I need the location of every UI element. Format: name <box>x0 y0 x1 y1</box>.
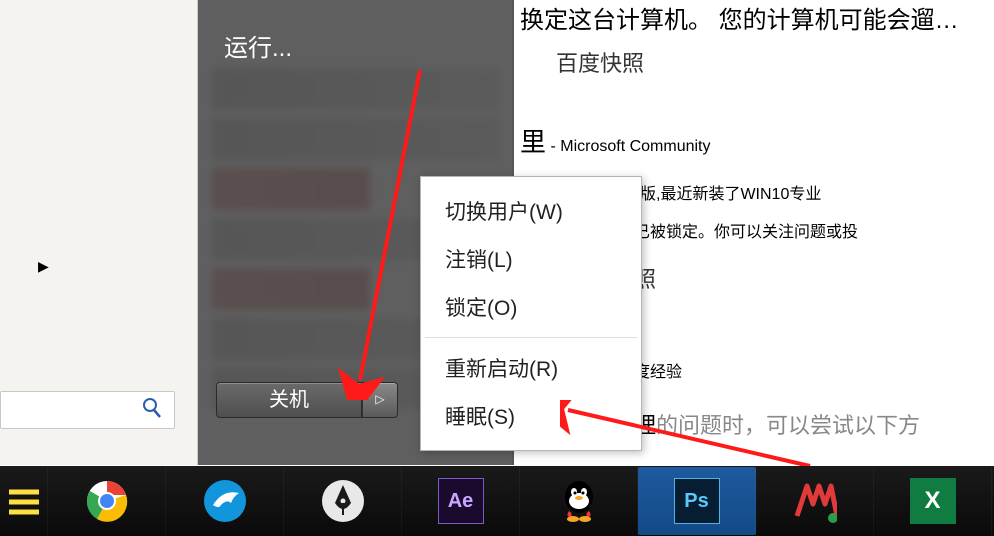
logoff-item[interactable]: 注销(L) <box>421 235 641 283</box>
bird-icon <box>203 479 247 523</box>
menu-separator <box>425 337 637 338</box>
result-title-link[interactable]: 里 - Microsoft Community <box>520 122 710 159</box>
wps-icon <box>793 479 837 523</box>
result-snippet-2: 已被锁定。你可以关注问题或投 <box>634 218 858 242</box>
ps-icon: Ps <box>674 478 720 524</box>
taskbar-wps[interactable] <box>756 467 874 535</box>
expand-arrow-icon[interactable]: ▶ <box>38 258 49 275</box>
taskbar-menu-button[interactable] <box>0 467 48 535</box>
start-menu-left-panel: ▶ <box>0 0 198 465</box>
excel-icon: X <box>910 478 956 524</box>
taskbar-after-effects[interactable]: Ae <box>402 467 520 535</box>
baidu-snapshot-link[interactable]: 百度快照 <box>556 46 644 78</box>
taskbar-qq[interactable] <box>520 467 638 535</box>
shutdown-button[interactable]: 关机 <box>216 382 362 418</box>
result-fragment-1: 换定这台计算机。 您的计算机可能会遛… <box>520 0 959 35</box>
chrome-icon <box>85 479 129 523</box>
taskbar-photoshop[interactable]: Ps <box>638 467 756 535</box>
restart-item[interactable]: 重新启动(R) <box>421 344 641 392</box>
run-menu-item[interactable]: 运行... <box>224 28 292 63</box>
taskbar-chrome[interactable] <box>48 467 166 535</box>
search-icon <box>142 397 162 425</box>
ae-icon: Ae <box>438 478 484 524</box>
taskbar-excel[interactable]: X <box>874 467 992 535</box>
switch-user-item[interactable]: 切换用户(W) <box>421 187 641 235</box>
taskbar-pen-app[interactable] <box>284 467 402 535</box>
red-highlight: 换定 <box>520 7 568 34</box>
taskbar-thunder[interactable] <box>166 467 284 535</box>
start-search-input[interactable] <box>0 391 175 429</box>
menu-icon <box>2 479 46 523</box>
sleep-item[interactable]: 睡眠(S) <box>421 392 641 440</box>
lock-item[interactable]: 锁定(O) <box>421 283 641 331</box>
power-options-menu: 切换用户(W) 注销(L) 锁定(O) 重新启动(R) 睡眠(S) <box>420 176 642 451</box>
taskbar: Ae Ps X <box>0 466 994 536</box>
qq-icon <box>557 479 601 523</box>
shutdown-options-arrow[interactable]: ▷ <box>362 382 398 418</box>
pen-icon <box>321 479 365 523</box>
result-snippet-4: 理的问题时，可以尝试以下方 <box>634 408 920 440</box>
shutdown-split-button: 关机 ▷ <box>216 382 398 418</box>
